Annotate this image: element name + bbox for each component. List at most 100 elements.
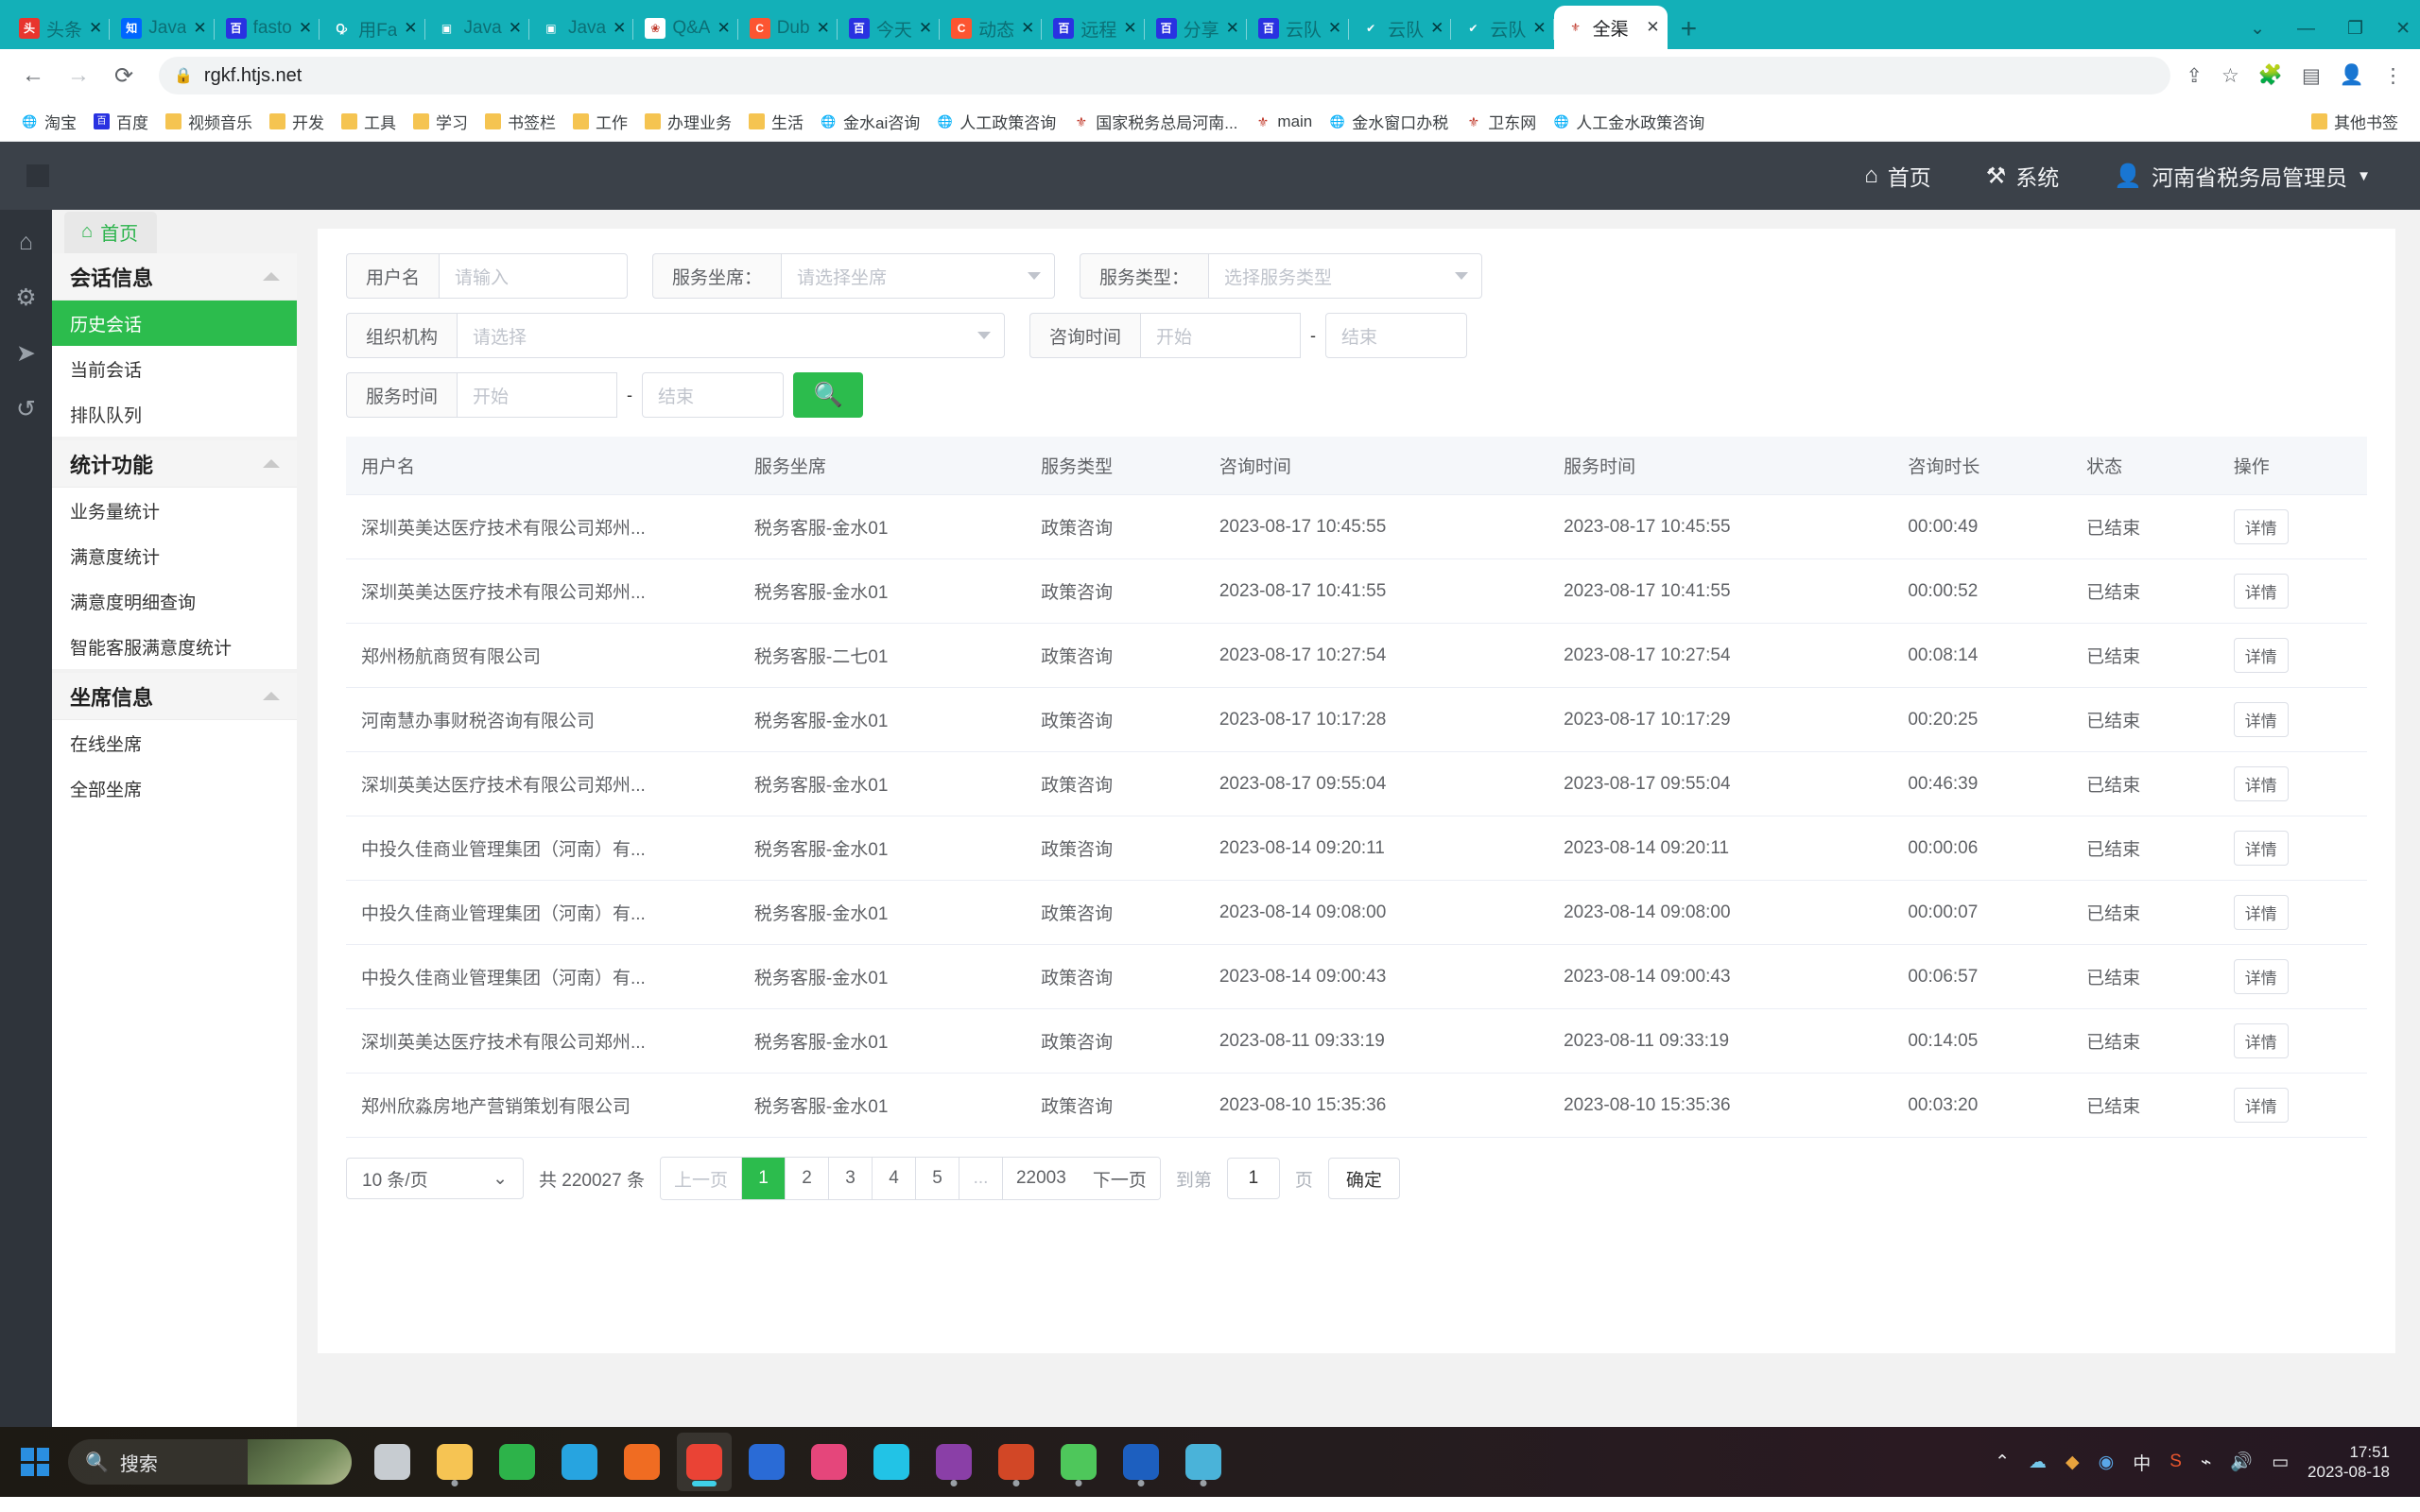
start-button[interactable] [13, 1440, 57, 1484]
tray-overflow-icon[interactable]: ⌃ [1995, 1452, 2010, 1473]
taskbar-app-sogou-browser[interactable] [739, 1433, 794, 1491]
bookmark-item[interactable]: 开发 [261, 106, 333, 137]
sidebar-item[interactable]: 满意度统计 [52, 533, 297, 578]
close-tab-icon[interactable]: ✕ [1646, 18, 1659, 37]
next-page-button[interactable]: 下一页 [1079, 1158, 1160, 1199]
detail-button[interactable]: 详情 [2233, 1023, 2289, 1058]
service-type-select[interactable]: 选择服务类型 [1208, 253, 1483, 299]
sidebar-group-header[interactable]: 会话信息 [52, 253, 297, 301]
sidebar-item[interactable]: 排队队列 [52, 391, 297, 437]
sogou-icon[interactable]: S [2169, 1452, 2182, 1472]
ime-icon[interactable]: 中 [2133, 1450, 2151, 1475]
username-input[interactable]: 请输入 [439, 253, 629, 299]
page-number-button[interactable]: 2 [785, 1158, 829, 1199]
taskbar-app-onenote[interactable] [926, 1433, 981, 1491]
taskbar-app-wechat[interactable] [1051, 1433, 1106, 1491]
taskbar-app-edge-legacy[interactable] [552, 1433, 607, 1491]
close-tab-icon[interactable]: ✕ [1021, 19, 1034, 38]
bookmark-item[interactable]: 生活 [740, 106, 812, 137]
rail-gear-icon[interactable]: ⚙ [15, 286, 36, 310]
rail-send-icon[interactable]: ➤ [16, 342, 36, 366]
bookmark-item[interactable]: ⚜ 卫东网 [1457, 106, 1545, 137]
sidebar-group-header[interactable]: 统计功能 [52, 440, 297, 488]
tab-search-icon[interactable]: ⌄ [2250, 18, 2265, 40]
cloud-icon[interactable]: ☁ [2029, 1452, 2047, 1473]
bookmark-item[interactable]: 🌐 金水ai咨询 [812, 106, 928, 137]
detail-button[interactable]: 详情 [2233, 574, 2289, 609]
page-number-button[interactable]: 22003 [1002, 1158, 1080, 1199]
search-button[interactable]: 🔍 [793, 372, 864, 418]
jump-confirm-button[interactable]: 确定 [1327, 1158, 1400, 1199]
back-icon[interactable]: ← [13, 56, 53, 95]
close-tab-icon[interactable]: ✕ [1430, 19, 1443, 38]
bookmark-item[interactable]: 🌐 人工政策咨询 [928, 106, 1064, 137]
taskbar-app-calculator[interactable] [1176, 1433, 1231, 1491]
close-tab-icon[interactable]: ✕ [1328, 19, 1341, 38]
close-tab-icon[interactable]: ✕ [1532, 19, 1546, 38]
prev-page-button[interactable]: 上一页 [660, 1158, 742, 1199]
bookmark-item[interactable]: 🌐 金水窗口办税 [1321, 106, 1457, 137]
taskbar-app-intellij-idea[interactable] [802, 1433, 856, 1491]
sidebar-item[interactable]: 在线坐席 [52, 720, 297, 765]
browser-tab[interactable]: C Dub ✕ [738, 8, 838, 49]
close-tab-icon[interactable]: ✕ [89, 19, 102, 38]
sidepanel-icon[interactable]: ▤ [2302, 64, 2321, 88]
battery-icon[interactable]: ▭ [2272, 1452, 2289, 1473]
taskbar-app-firefox[interactable] [614, 1433, 669, 1491]
consult-time-end-input[interactable]: 结束 [1325, 313, 1468, 358]
browser-tab[interactable]: 知 Java ✕ [110, 8, 216, 49]
extensions-icon[interactable]: 🧩 [2258, 64, 2283, 87]
wifi-icon[interactable]: ⌁ [2201, 1452, 2211, 1473]
maximize-icon[interactable]: ❐ [2347, 18, 2363, 40]
browser-tab[interactable]: ▣ Java ✕ [529, 8, 634, 49]
close-tab-icon[interactable]: ✕ [509, 19, 522, 38]
detail-button[interactable]: 详情 [2233, 959, 2289, 994]
browser-tab[interactable]: 头 头条 ✕ [8, 8, 111, 49]
bookmark-item[interactable]: 书签栏 [476, 106, 564, 137]
taskbar-search[interactable]: 🔍 搜索 [68, 1439, 352, 1485]
bookmark-item[interactable]: 🌐 淘宝 [13, 106, 85, 137]
close-tab-icon[interactable]: ✕ [817, 19, 830, 38]
taskbar-app-powerpoint[interactable] [989, 1433, 1044, 1491]
new-tab-button[interactable]: + [1681, 15, 1698, 43]
page-number-button[interactable]: 5 [915, 1158, 959, 1199]
close-window-icon[interactable]: ✕ [2395, 18, 2411, 40]
taskbar-app-internet-explorer[interactable] [490, 1433, 544, 1491]
page-size-select[interactable]: 10 条/页 ⌄ [346, 1158, 524, 1199]
close-tab-icon[interactable]: ✕ [919, 19, 932, 38]
detail-button[interactable]: 详情 [2233, 1088, 2289, 1123]
service-time-start-input[interactable]: 开始 [457, 372, 618, 418]
sidebar-item[interactable]: 历史会话 [52, 301, 297, 346]
sidebar-item[interactable]: 智能客服满意度统计 [52, 624, 297, 669]
browser-tab[interactable]: 百 fasto ✕ [215, 8, 320, 49]
consult-time-start-input[interactable]: 开始 [1140, 313, 1302, 358]
forward-icon[interactable]: → [59, 56, 98, 95]
close-tab-icon[interactable]: ✕ [613, 19, 626, 38]
browser-tab[interactable]: 百 分享 ✕ [1145, 8, 1248, 49]
browser-tab[interactable]: ✔ 云队 ✕ [1451, 8, 1554, 49]
page-number-button[interactable]: 4 [872, 1158, 916, 1199]
org-select[interactable]: 请选择 [457, 313, 1006, 358]
browser-tab[interactable]: 百 今天 ✕ [838, 8, 941, 49]
globe-icon[interactable]: ◉ [2099, 1452, 2115, 1473]
browser-tab[interactable]: ▣ Java ✕ [425, 8, 530, 49]
reload-icon[interactable]: ⟳ [104, 56, 144, 95]
star-icon[interactable]: ☆ [2221, 64, 2239, 88]
bookmark-item[interactable]: 视频音乐 [157, 106, 261, 137]
agent-select[interactable]: 请选择坐席 [781, 253, 1056, 299]
bookmark-item[interactable]: 办理业务 [636, 106, 740, 137]
window-controls[interactable]: ⌄ — ❐ ✕ [2250, 18, 2411, 40]
sidebar-item[interactable]: 当前会话 [52, 346, 297, 391]
bookmark-item[interactable]: 工具 [333, 106, 405, 137]
page-number-button[interactable]: 3 [828, 1158, 873, 1199]
service-time-end-input[interactable]: 结束 [642, 372, 785, 418]
browser-tab[interactable]: ❀ Q&A ✕ [633, 8, 739, 49]
page-number-button[interactable]: 1 [741, 1158, 786, 1199]
detail-button[interactable]: 详情 [2233, 895, 2289, 930]
tab-home[interactable]: ⌂ 首页 [64, 212, 158, 253]
share-icon[interactable]: ⇪ [2186, 64, 2203, 88]
close-tab-icon[interactable]: ✕ [193, 19, 206, 38]
browser-tab[interactable]: Ꝙ 用Fa ✕ [320, 8, 425, 49]
taskbar-app-file-explorer[interactable] [427, 1433, 482, 1491]
shield-icon[interactable]: ◆ [2066, 1452, 2080, 1473]
